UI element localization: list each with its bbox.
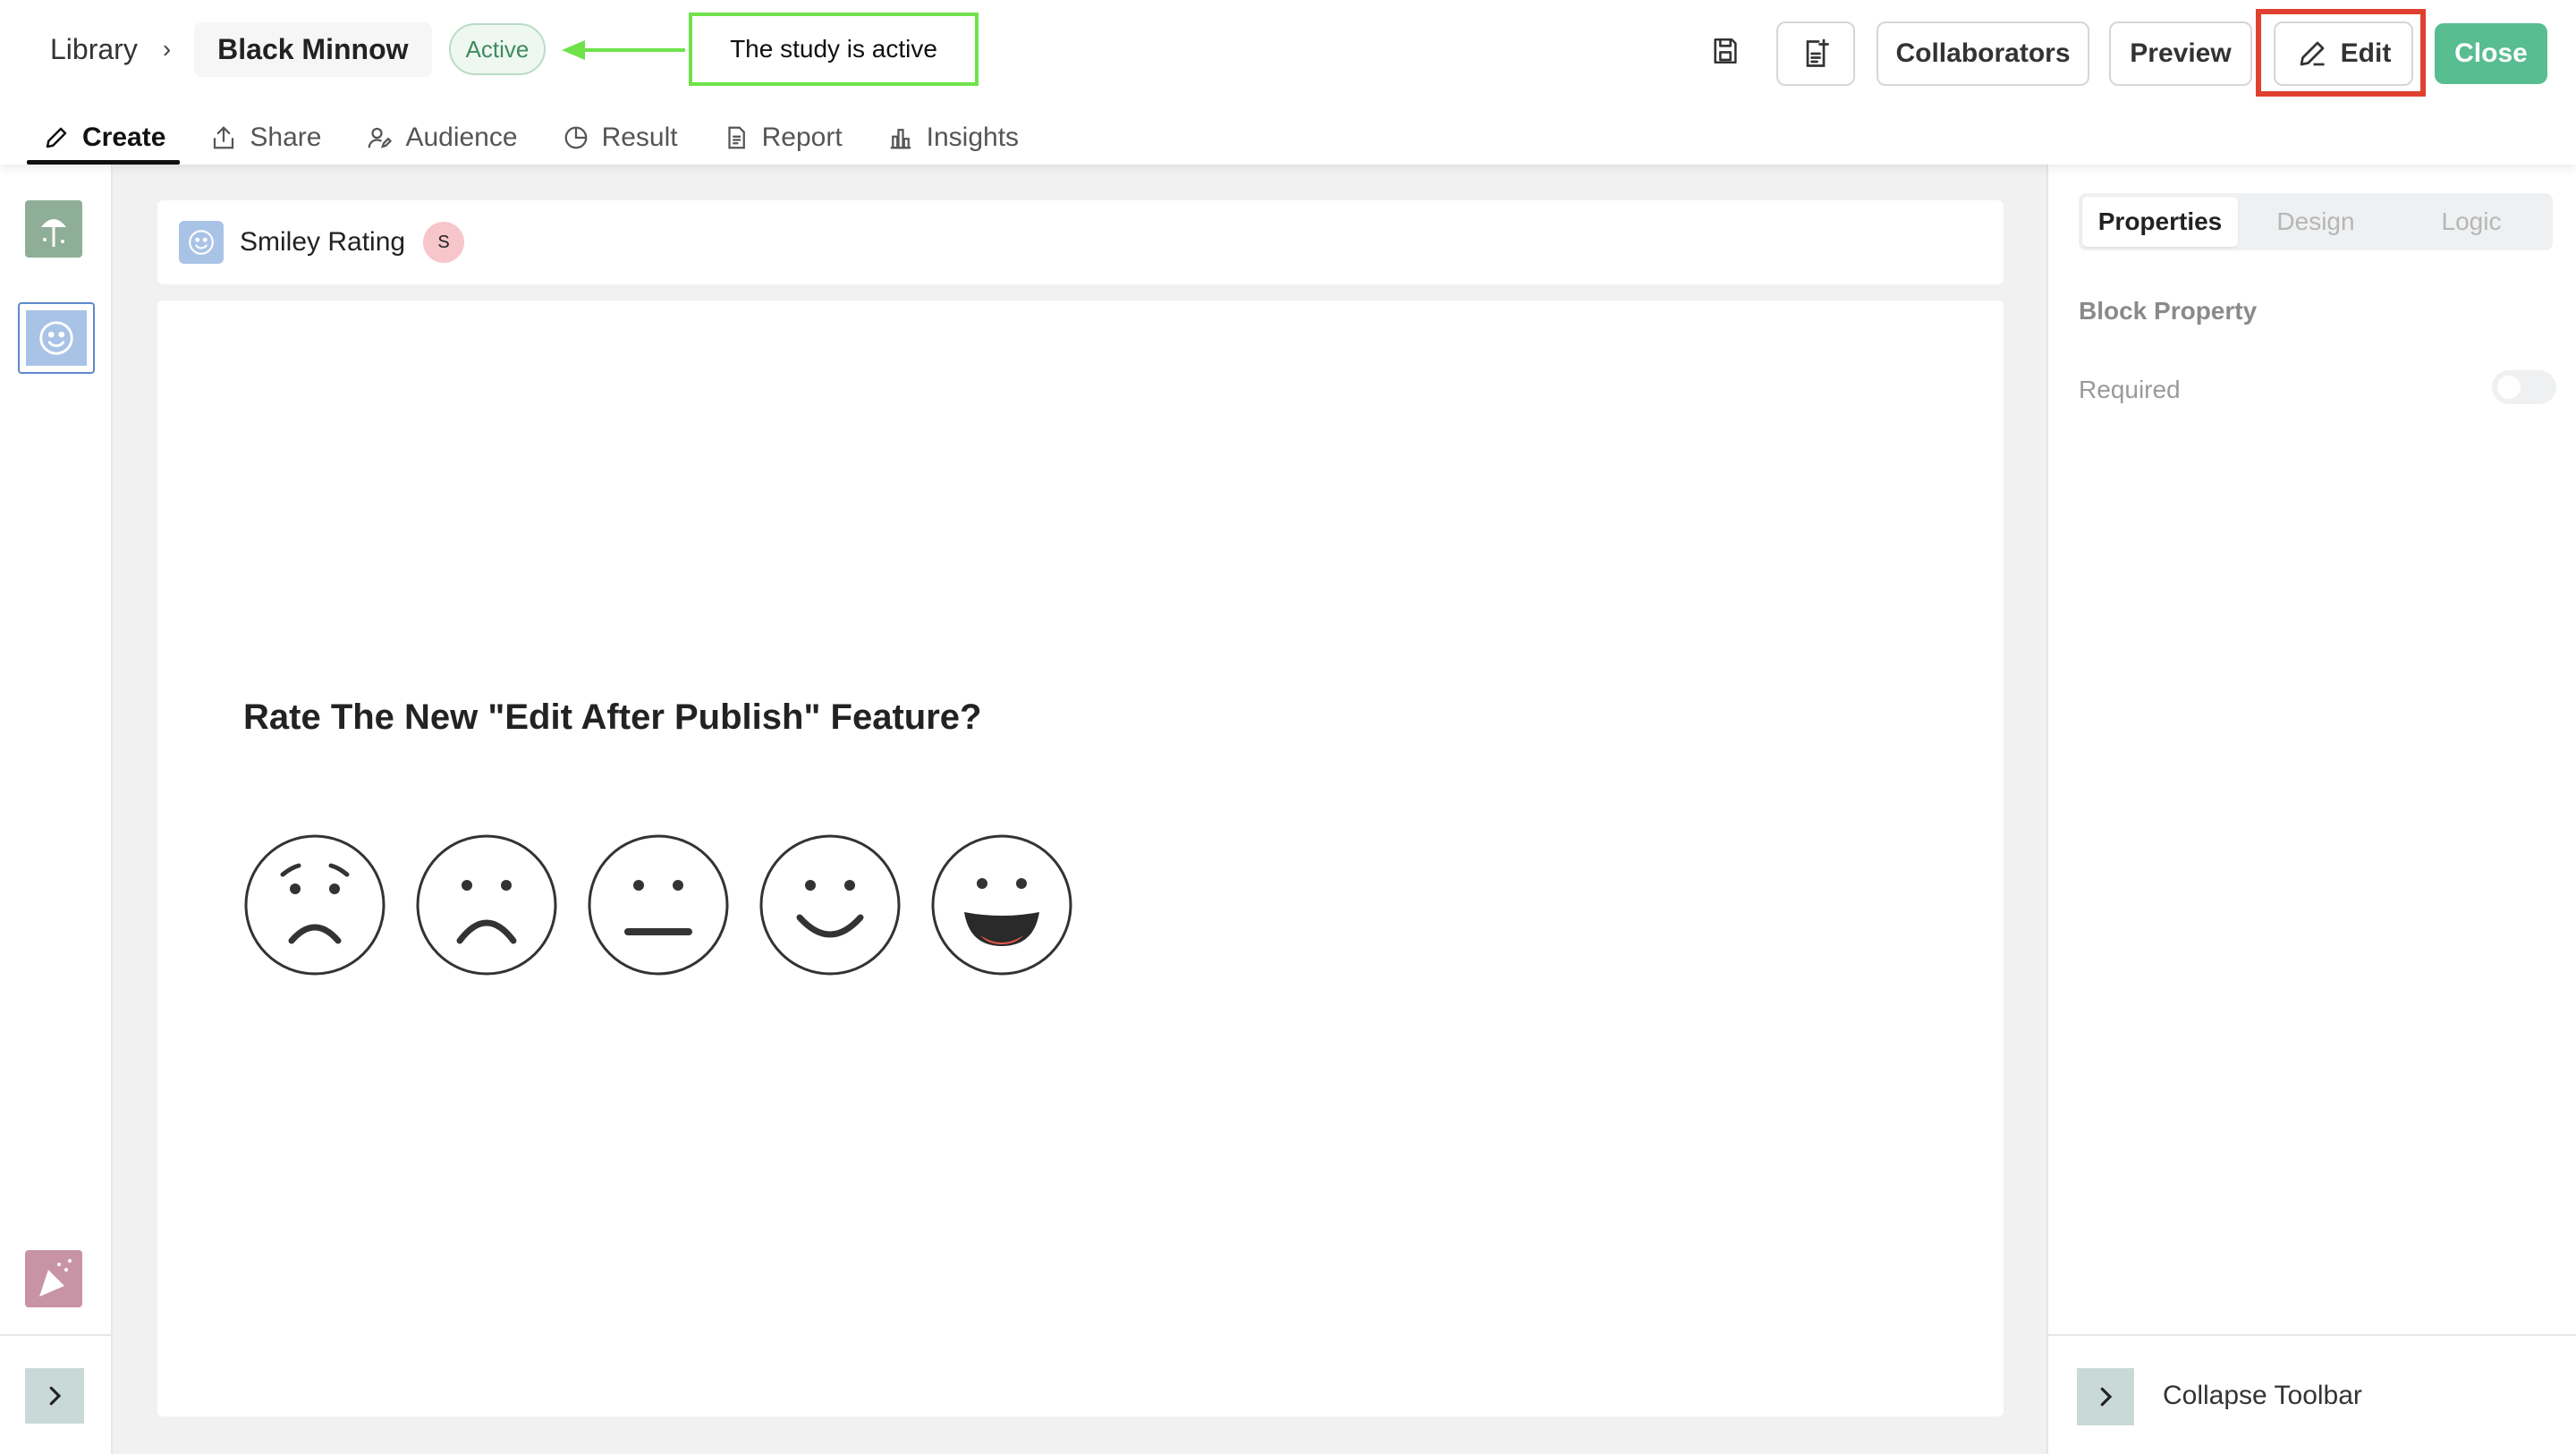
edit-button[interactable]: Edit — [2274, 21, 2413, 86]
sad-face-icon[interactable] — [415, 833, 558, 976]
save-button[interactable] — [1705, 30, 1746, 72]
chevron-right-icon — [49, 1386, 62, 1406]
top-header: Library › Black Minnow Active The study … — [0, 0, 2576, 165]
tab-design[interactable]: Design — [2238, 197, 2394, 247]
tab-label: Insights — [926, 123, 1020, 152]
tab-create[interactable]: Create — [27, 111, 181, 165]
smiley-rating-options — [243, 833, 1073, 976]
toggle-knob — [2497, 376, 2521, 399]
collapse-toolbar-label[interactable]: Collapse Toolbar — [2163, 1381, 2362, 1411]
tab-label: Audience — [405, 123, 518, 152]
breadcrumb: Library › Black Minnow — [41, 21, 432, 77]
tab-audience[interactable]: Audience — [350, 111, 531, 165]
status-badge: Active — [449, 23, 546, 75]
tab-label: Report — [761, 123, 843, 152]
party-popper-icon — [39, 1259, 72, 1297]
breadcrumb-separator: › — [162, 35, 172, 63]
add-note-button[interactable] — [1776, 21, 1855, 86]
share-icon — [214, 126, 234, 149]
question-text[interactable]: Rate The New "Edit After Publish" Featur… — [243, 697, 981, 738]
study-title[interactable]: Black Minnow — [194, 21, 432, 77]
required-label: Required — [2079, 376, 2181, 403]
question-canvas: Rate The New "Edit After Publish" Featur… — [157, 300, 2004, 1416]
block-property-heading: Block Property — [2079, 297, 2258, 325]
tab-properties[interactable]: Properties — [2082, 197, 2238, 247]
smiley-block-thumbnail[interactable] — [18, 302, 95, 374]
annotation-callout: The study is active — [689, 13, 979, 86]
pie-chart-icon — [564, 126, 587, 149]
close-button[interactable]: Close — [2435, 23, 2547, 84]
tab-label: Create — [82, 123, 166, 152]
very-sad-face-icon[interactable] — [243, 833, 386, 976]
collapse-toolbar-button[interactable] — [2077, 1368, 2134, 1425]
edit-button-label: Edit — [2340, 38, 2392, 68]
avatar[interactable]: S — [423, 222, 465, 263]
required-toggle[interactable] — [2492, 370, 2556, 404]
collaborators-button[interactable]: Collaborators — [1877, 21, 2089, 86]
pencil-icon — [2300, 41, 2325, 66]
tab-label: Share — [250, 123, 322, 152]
welcome-block-thumbnail[interactable] — [25, 200, 82, 258]
expand-navigator-button[interactable] — [25, 1368, 84, 1424]
end-block-thumbnail[interactable] — [25, 1250, 82, 1307]
tab-result[interactable]: Result — [547, 111, 692, 165]
bar-chart-icon — [890, 129, 911, 149]
document-icon — [727, 126, 745, 149]
happy-face-icon[interactable] — [758, 833, 902, 976]
chevron-right-icon — [2100, 1387, 2113, 1407]
breadcrumb-library-link[interactable]: Library — [41, 33, 147, 66]
main-tabs: Create Share Audience Result Report Insi… — [27, 111, 1047, 165]
panel-tabs: Properties Design Logic — [2079, 193, 2553, 250]
preview-button[interactable]: Preview — [2109, 21, 2252, 86]
block-type-title: Smiley Rating — [240, 227, 406, 257]
block-navigator — [0, 165, 113, 1454]
properties-panel: Properties Design Logic Block Property R… — [2046, 165, 2576, 1454]
save-icon — [1714, 38, 1737, 64]
audience-icon — [369, 127, 393, 148]
tab-label: Result — [601, 123, 678, 152]
annotation-arrow-icon — [562, 40, 685, 60]
smiley-icon — [39, 321, 73, 355]
panel-divider — [2048, 1334, 2576, 1336]
tab-share[interactable]: Share — [194, 111, 335, 165]
smiley-rating-icon — [179, 221, 224, 264]
block-header: Smiley Rating S — [157, 200, 2004, 284]
welcome-icon — [41, 219, 66, 247]
pencil-icon — [46, 127, 67, 148]
document-plus-icon — [1806, 38, 1829, 67]
tab-logic[interactable]: Logic — [2394, 197, 2549, 247]
tab-insights[interactable]: Insights — [871, 111, 1033, 165]
neutral-face-icon[interactable] — [587, 833, 730, 976]
very-happy-face-icon[interactable] — [930, 833, 1073, 976]
rail-divider — [0, 1334, 113, 1336]
tab-report[interactable]: Report — [707, 111, 857, 165]
